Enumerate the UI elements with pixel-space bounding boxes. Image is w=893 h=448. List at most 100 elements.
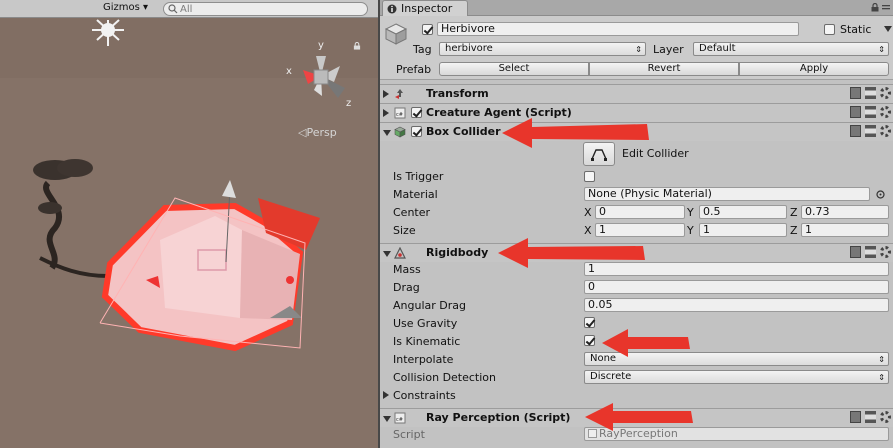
help-book-icon[interactable] — [850, 106, 861, 118]
scene-canvas[interactable]: y x z — [0, 18, 378, 448]
inspector-lock-icon[interactable] — [871, 3, 879, 12]
persp-label[interactable]: ◁Persp — [298, 126, 337, 139]
search-placeholder: All — [180, 3, 193, 15]
drag-label: Drag — [393, 281, 420, 294]
prefab-apply-button[interactable]: Apply — [739, 62, 889, 76]
scene-view[interactable]: Gizmos ▾ All y x z ◁Persp — [0, 0, 378, 448]
gameobject-cube-icon — [384, 23, 408, 45]
component-enabled-checkbox[interactable] — [411, 126, 422, 137]
material-label: Material — [393, 188, 438, 201]
annotation-arrow-is-kinematic — [602, 329, 690, 357]
tab-inspector[interactable]: Inspector — [382, 0, 468, 16]
component-enabled-checkbox[interactable] — [411, 107, 422, 118]
object-picker-icon[interactable] — [876, 190, 885, 199]
persp-text: Persp — [306, 126, 337, 139]
is-trigger-checkbox[interactable] — [584, 171, 595, 182]
foldout-arrow-icon[interactable] — [383, 416, 391, 422]
svg-text:c#: c# — [396, 112, 403, 118]
inspector-panel: Inspector Herbivore Static Tag herbivore… — [380, 0, 893, 448]
help-book-icon[interactable] — [850, 411, 861, 423]
annotation-arrow-ray-perception — [585, 403, 693, 431]
use-gravity-label: Use Gravity — [393, 317, 458, 330]
static-checkbox[interactable] — [824, 24, 835, 35]
size-z-label: Z — [790, 224, 798, 237]
settings-gear-icon[interactable] — [880, 411, 891, 423]
lock-icon[interactable] — [353, 42, 361, 50]
center-z-field[interactable]: 0.73 — [801, 205, 889, 219]
is-kinematic-checkbox[interactable] — [584, 335, 595, 346]
prefab-revert-button[interactable]: Revert — [589, 62, 739, 76]
size-label: Size — [393, 224, 416, 237]
object-active-checkbox[interactable] — [422, 24, 433, 35]
size-x-field[interactable]: 1 — [595, 223, 685, 237]
interpolate-label: Interpolate — [393, 353, 454, 366]
center-y-field[interactable]: 0.5 — [699, 205, 787, 219]
help-book-icon[interactable] — [850, 125, 861, 137]
static-dropdown-icon[interactable] — [884, 26, 892, 32]
annotation-arrow-rigidbody — [498, 238, 645, 268]
settings-gear-icon[interactable] — [880, 87, 891, 99]
settings-gear-icon[interactable] — [880, 106, 891, 118]
preset-icon[interactable] — [865, 411, 876, 423]
is-kinematic-label: Is Kinematic — [393, 335, 461, 348]
collision-detection-dropdown[interactable]: Discrete ⇕ — [584, 370, 889, 384]
component-header-icons — [850, 125, 891, 137]
settings-gear-icon[interactable] — [880, 246, 891, 258]
script-file-icon: c# — [394, 107, 406, 119]
foldout-arrow-icon[interactable] — [383, 90, 389, 98]
help-book-icon[interactable] — [850, 87, 861, 99]
layer-value: Default — [699, 43, 736, 54]
size-z-field[interactable]: 1 — [801, 223, 889, 237]
material-field[interactable]: None (Physic Material) — [584, 187, 870, 201]
center-x-field[interactable]: 0 — [595, 205, 685, 219]
component-header-icons — [850, 106, 891, 118]
layer-dropdown[interactable]: Default ⇕ — [693, 42, 889, 56]
tag-label: Tag — [413, 43, 432, 56]
foldout-arrow-icon[interactable] — [383, 251, 391, 257]
object-name-field[interactable]: Herbivore — [437, 22, 799, 36]
center-z-label: Z — [790, 206, 798, 219]
component-title: Transform — [426, 87, 489, 100]
use-gravity-checkbox[interactable] — [584, 317, 595, 328]
scene-toolbar: Gizmos ▾ All — [0, 0, 378, 18]
info-icon — [387, 4, 397, 13]
component-transform[interactable]: Transform — [380, 84, 893, 103]
layer-label: Layer — [653, 43, 684, 56]
object-header: Herbivore Static Tag herbivore ⇕ Layer D… — [380, 16, 893, 80]
inspector-tabbar: Inspector — [380, 0, 893, 16]
angular-drag-field[interactable]: 0.05 — [584, 298, 889, 312]
foldout-arrow-icon[interactable] — [383, 130, 391, 136]
inspector-menu-icon[interactable] — [882, 3, 890, 12]
angular-drag-label: Angular Drag — [393, 299, 466, 312]
rigidbody-icon — [394, 247, 406, 259]
collision-detection-value: Discrete — [590, 371, 632, 382]
constraints-label[interactable]: Constraints — [393, 389, 456, 402]
mass-label: Mass — [393, 263, 421, 276]
size-y-field[interactable]: 1 — [699, 223, 787, 237]
tab-inspector-label: Inspector — [401, 2, 453, 15]
search-icon — [168, 4, 178, 14]
settings-gear-icon[interactable] — [880, 125, 891, 137]
script-file-icon: c# — [394, 412, 406, 424]
scene-search-input[interactable]: All — [163, 2, 368, 16]
preset-icon[interactable] — [865, 106, 876, 118]
preset-icon[interactable] — [865, 125, 876, 137]
prefab-label: Prefab — [396, 63, 432, 76]
component-header-icons — [850, 87, 891, 99]
gizmos-dropdown[interactable]: Gizmos ▾ — [103, 2, 148, 13]
axis-z-label: z — [346, 98, 351, 109]
is-trigger-label: Is Trigger — [393, 170, 444, 183]
preset-icon[interactable] — [865, 87, 876, 99]
preset-icon[interactable] — [865, 246, 876, 258]
constraints-foldout-icon[interactable] — [383, 391, 389, 399]
prefab-select-button[interactable]: Select — [439, 62, 589, 76]
tag-dropdown[interactable]: herbivore ⇕ — [439, 42, 646, 56]
help-book-icon[interactable] — [850, 246, 861, 258]
foldout-arrow-icon[interactable] — [383, 109, 389, 117]
script-label: Script — [393, 428, 425, 441]
editor-window: Gizmos ▾ All y x z ◁Persp Inspector Herb… — [0, 0, 893, 448]
dropdown-arrow-icon: ⇕ — [878, 355, 885, 364]
transform-icon — [395, 89, 403, 99]
size-x-label: X — [584, 224, 592, 237]
drag-field[interactable]: 0 — [584, 280, 889, 294]
